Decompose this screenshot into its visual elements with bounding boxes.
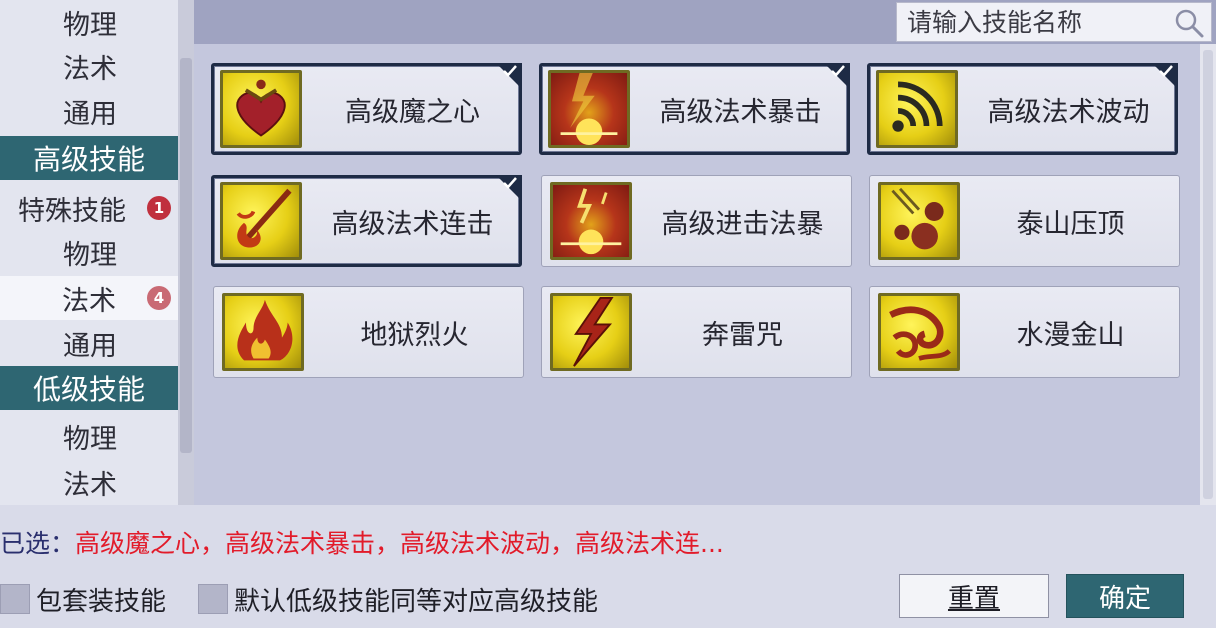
wave-icon [876,70,958,148]
sidebar-item-label: 通用 [63,330,117,362]
skill-name: 地狱烈火 [360,319,469,351]
sidebar-item-physical[interactable]: 物理 [0,230,178,274]
search-box[interactable] [896,2,1212,42]
skill-card-advanced-magic-wave[interactable]: 高级法术波动 [867,63,1178,155]
sidebar-item-physical[interactable]: 物理 [0,414,178,458]
sidebar-item-special-skills[interactable]: 特殊技能 1 [0,186,178,230]
selected-label: 已选： [0,529,76,558]
include-set-skills-label: 包套装技能 [36,586,167,617]
category-sidebar: 物理 法术 通用 高级技能 特殊技能 1 物理 法术 4 通用 低级技能 物理 … [0,0,178,505]
skill-name: 高级魔之心 [345,96,480,128]
sidebar-header-basic-skills[interactable]: 低级技能 [0,366,178,410]
include-set-skills-option[interactable]: 包套装技能 [0,578,166,620]
skill-grid-scrollbar[interactable] [1200,44,1216,505]
skill-card-advanced-magic-combo[interactable]: 高级法术连击 [211,175,522,267]
sidebar-item-physical[interactable]: 物理 [0,0,178,44]
skill-card-advanced-magic-critical[interactable]: 高级法术暴击 [539,63,850,155]
sidebar-item-general[interactable]: 通用 [0,321,178,365]
search-input[interactable] [897,3,1167,41]
default-low-to-high-checkbox[interactable] [198,584,228,614]
skill-card-flood-golden-mountain[interactable]: 水漫金山 [869,286,1180,378]
search-icon[interactable] [1173,7,1205,39]
sidebar-item-label: 法术 [63,53,117,85]
skill-name: 水漫金山 [1016,319,1125,351]
confirm-button[interactable]: 确定 [1066,574,1184,618]
sidebar-item-label: 通用 [63,98,117,130]
default-low-to-high-option[interactable]: 默认低级技能同等对应高级技能 [198,578,598,620]
burst-icon [548,70,630,148]
skill-card-advanced-magic-heart[interactable]: 高级魔之心 [211,63,522,155]
skill-card-mount-tai-crush[interactable]: 泰山压顶 [869,175,1180,267]
skill-name: 奔雷咒 [702,319,783,351]
sidebar-item-magic-selected[interactable]: 法术 4 [0,276,178,320]
skill-card-thunder-spell[interactable]: 奔雷咒 [541,286,852,378]
flame-strike-icon [220,182,302,260]
explosion-icon [550,182,632,260]
default-low-to-high-label: 默认低级技能同等对应高级技能 [234,586,599,617]
water-icon [878,293,960,371]
sidebar-item-general[interactable]: 通用 [0,89,178,133]
fire-icon [222,293,304,371]
skill-card-hell-fire[interactable]: 地狱烈火 [213,286,524,378]
skill-name: 高级法术连击 [331,208,494,240]
skill-grid-scrollbar-thumb[interactable] [1203,50,1213,499]
skill-card-advanced-charge-crit[interactable]: 高级进击法暴 [541,175,852,267]
skill-name: 高级法术波动 [987,96,1150,128]
checkmark-icon [503,65,517,77]
selected-summary: 已选： 高级魔之心，高级法术暴击，高级法术波动，高级法术连... [0,522,1000,562]
include-set-skills-checkbox[interactable] [0,584,30,614]
skill-name: 高级法术暴击 [659,96,822,128]
sidebar-item-label: 特殊技能 [18,195,126,227]
sidebar-scrollbar[interactable] [178,0,194,505]
sidebar-header-label: 高级技能 [32,143,145,176]
sidebar-item-magic[interactable]: 法术 [0,44,178,88]
sidebar-header-label: 低级技能 [32,373,145,406]
sidebar-scrollbar-thumb[interactable] [180,58,192,453]
sidebar-header-advanced-skills[interactable]: 高级技能 [0,136,178,180]
count-badge: 4 [147,286,171,310]
sidebar-item-label: 法术 [63,469,117,501]
skill-name: 泰山压顶 [1016,208,1125,240]
checkmark-icon [503,177,517,189]
selected-value: 高级魔之心，高级法术暴击，高级法术波动，高级法术连... [75,529,724,558]
rocks-icon [878,182,960,260]
lightning-icon [550,293,632,371]
sidebar-item-label: 物理 [63,423,117,455]
sidebar-item-label: 物理 [63,239,117,271]
reset-button[interactable]: 重置 [899,574,1049,618]
count-badge: 1 [147,196,171,220]
checkmark-icon [831,65,845,77]
heart-icon [220,70,302,148]
sidebar-item-magic[interactable]: 法术 [0,460,178,504]
skill-name: 高级进击法暴 [661,208,824,240]
sidebar-item-label: 法术 [62,285,116,317]
sidebar-item-label: 物理 [63,9,117,41]
checkmark-icon [1159,65,1173,77]
